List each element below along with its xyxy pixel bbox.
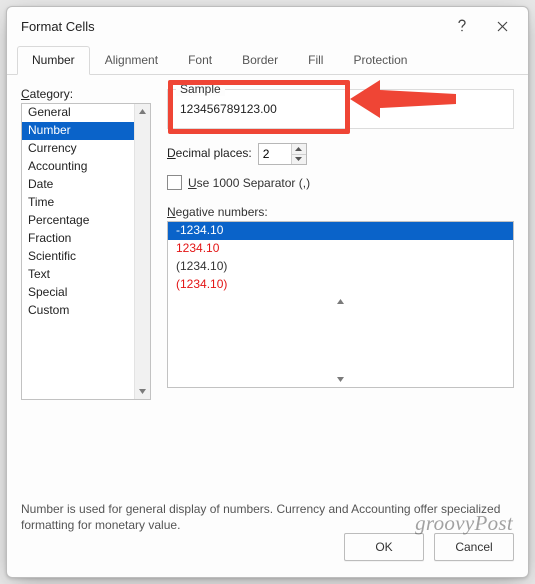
sample-value: 123456789123.00 (180, 100, 501, 116)
negative-numbers-label: Negative numbers: (167, 205, 514, 219)
category-description: Number is used for general display of nu… (7, 495, 528, 533)
tab-border[interactable]: Border (227, 46, 293, 75)
scroll-up-icon[interactable] (168, 294, 513, 309)
negative-option-1[interactable]: -1234.10 (168, 222, 513, 240)
scroll-down-icon[interactable] (168, 372, 513, 387)
tab-protection[interactable]: Protection (338, 46, 422, 75)
close-button[interactable] (482, 12, 522, 40)
decimal-places-row: Decimal places: (167, 143, 514, 165)
category-item-accounting[interactable]: Accounting (22, 158, 150, 176)
tab-fill[interactable]: Fill (293, 46, 338, 75)
tab-alignment[interactable]: Alignment (90, 46, 173, 75)
category-item-text[interactable]: Text (22, 266, 150, 284)
category-item-special[interactable]: Special (22, 284, 150, 302)
category-item-currency[interactable]: Currency (22, 140, 150, 158)
decimal-places-label: Decimal places: (167, 146, 252, 160)
titlebar: Format Cells (7, 7, 528, 45)
category-item-percentage[interactable]: Percentage (22, 212, 150, 230)
scroll-up-icon[interactable] (135, 104, 150, 119)
category-item-general[interactable]: General (22, 104, 150, 122)
category-item-number[interactable]: Number (22, 122, 150, 140)
help-button[interactable] (442, 12, 482, 40)
negative-option-4[interactable]: (1234.10) (168, 276, 513, 294)
negative-option-3[interactable]: (1234.10) (168, 258, 513, 276)
category-label: Category: (21, 87, 73, 101)
ok-button[interactable]: OK (344, 533, 424, 561)
spin-up-button[interactable] (292, 144, 306, 154)
cancel-button[interactable]: Cancel (434, 533, 514, 561)
negative-option-2[interactable]: 1234.10 (168, 240, 513, 258)
sample-group: Sample 123456789123.00 (167, 89, 514, 129)
tab-number[interactable]: Number (17, 46, 90, 75)
decimal-places-spinner[interactable] (258, 143, 307, 165)
dialog-body: Category: General Number Currency Accoun… (7, 75, 528, 495)
spin-down-button[interactable] (292, 154, 306, 165)
negative-numbers-listbox[interactable]: -1234.10 1234.10 (1234.10) (1234.10) (167, 221, 514, 388)
category-item-custom[interactable]: Custom (22, 302, 150, 320)
tab-font[interactable]: Font (173, 46, 227, 75)
checkbox-box-icon (167, 175, 182, 190)
category-column: Category: General Number Currency Accoun… (21, 87, 151, 485)
dialog-footer: OK Cancel (7, 533, 528, 577)
dialog-title: Format Cells (21, 19, 442, 34)
category-item-time[interactable]: Time (22, 194, 150, 212)
sample-legend: Sample (176, 82, 225, 96)
scroll-down-icon[interactable] (135, 384, 150, 399)
format-cells-dialog: Format Cells Number Alignment Font Borde… (6, 6, 529, 578)
category-item-fraction[interactable]: Fraction (22, 230, 150, 248)
category-item-date[interactable]: Date (22, 176, 150, 194)
options-column: Sample 123456789123.00 Decimal places: (167, 87, 514, 485)
thousands-separator-checkbox[interactable]: Use 1000 Separator (,) (167, 175, 310, 190)
decimal-places-input[interactable] (259, 144, 291, 164)
category-item-scientific[interactable]: Scientific (22, 248, 150, 266)
category-scrollbar[interactable] (134, 104, 150, 399)
tabbar: Number Alignment Font Border Fill Protec… (7, 45, 528, 75)
negative-scrollbar[interactable] (168, 294, 513, 309)
thousands-separator-label: Use 1000 Separator (,) (188, 176, 310, 190)
category-listbox[interactable]: General Number Currency Accounting Date … (21, 103, 151, 400)
